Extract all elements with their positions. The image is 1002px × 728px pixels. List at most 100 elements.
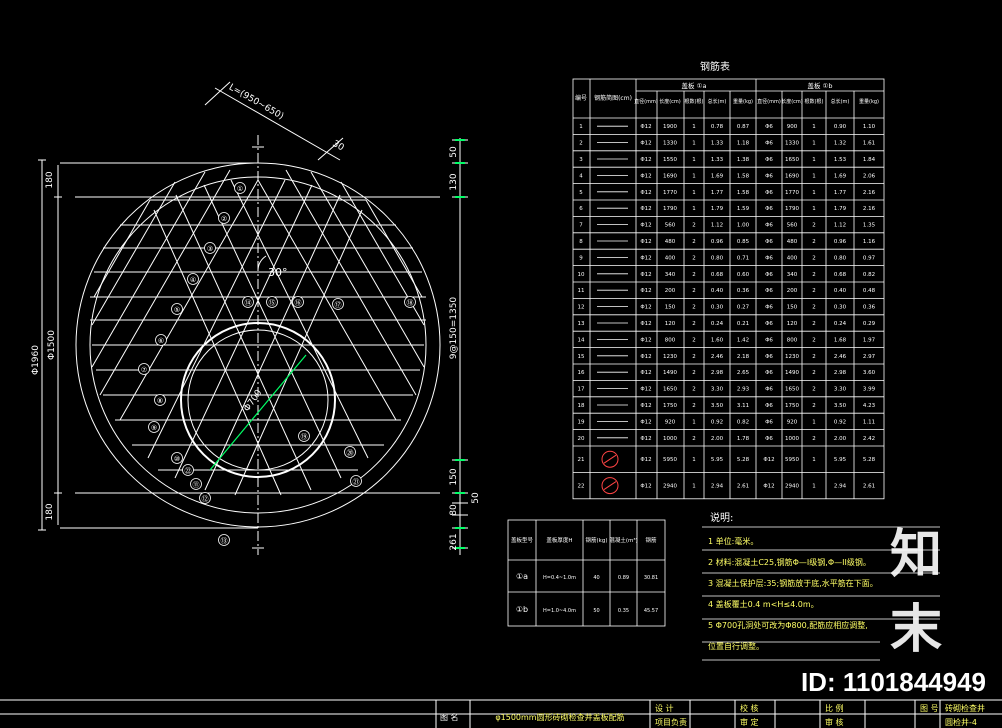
rebar-cell: 920 bbox=[787, 419, 798, 425]
rebar-cell: 1.18 bbox=[737, 141, 750, 147]
rebar-row-no: 8 bbox=[579, 239, 583, 245]
rebar-cell: Φ12 bbox=[763, 484, 774, 490]
rebar-row-no: 14 bbox=[578, 337, 585, 343]
rebar-cell: 1330 bbox=[785, 141, 799, 147]
quantity-table: 盖板型号 盖板厚度H 钢筋(kg) 混凝土(m³) 钢筋 ①a H=0.4~1.0m 40 0.… bbox=[507, 519, 666, 627]
rebar-sub-col: 重量(kg) bbox=[859, 98, 879, 105]
rebar-cell: 2.61 bbox=[737, 484, 749, 490]
tb-drawing-no: 圆检井-4 bbox=[945, 717, 977, 727]
rebar-cell: 0.30 bbox=[834, 305, 847, 311]
rebar-cell: 2 bbox=[812, 288, 816, 294]
rebar-cell: Φ12 bbox=[640, 288, 651, 294]
rebar-cell: 2.93 bbox=[737, 387, 750, 393]
rebar-cell: Φ6 bbox=[765, 305, 773, 311]
rebar-callout-label: ① bbox=[237, 185, 243, 193]
rebar-cell: 2 bbox=[692, 223, 696, 229]
rebar-cell: 1790 bbox=[663, 206, 677, 212]
rebar-cell: 400 bbox=[787, 255, 798, 261]
rebar-cell: 1 bbox=[812, 419, 816, 425]
rebar-cell: Φ12 bbox=[640, 354, 651, 360]
rebar-cell: 1.12 bbox=[834, 223, 846, 229]
rebar-cell: 0.68 bbox=[834, 272, 847, 278]
rebar-row-no: 2 bbox=[579, 141, 583, 147]
rebar-row-no: 20 bbox=[578, 436, 585, 442]
rebar-cell: 0.82 bbox=[737, 419, 749, 425]
rebar-cell: 400 bbox=[665, 255, 676, 261]
tb-scale: 比 例 bbox=[825, 703, 844, 713]
rebar-cell: Φ12 bbox=[640, 484, 651, 490]
rebar-col-shape: 钢筋简图(cm) bbox=[594, 94, 632, 102]
rebar-cell: 0.36 bbox=[737, 288, 750, 294]
note-line: 3 混凝土保护层:35;钢筋放于底,水平筋在下面。 bbox=[708, 578, 878, 588]
rebar-cell: Φ12 bbox=[640, 157, 651, 163]
rebar-head-b: 盖板 ①b bbox=[807, 81, 832, 90]
rebar-cell: 3.50 bbox=[711, 403, 724, 409]
rebar-cell: 340 bbox=[787, 272, 798, 278]
rebar-callout-label: ⑱ bbox=[407, 299, 414, 307]
rebar-cell: Φ12 bbox=[640, 419, 651, 425]
rebar-cell: 3.99 bbox=[863, 387, 876, 393]
rebar-cell: 2.00 bbox=[711, 436, 724, 442]
rebar-cell: 1 bbox=[812, 484, 816, 490]
rebar-cell: 0.78 bbox=[711, 124, 724, 130]
rebar-cell: 2.16 bbox=[863, 190, 876, 196]
rebar-cell: 1 bbox=[692, 419, 696, 425]
rebar-cell: 1.69 bbox=[834, 173, 847, 179]
rebar-cell: Φ6 bbox=[765, 223, 773, 229]
rebar-cell: 2 bbox=[812, 387, 816, 393]
rebar-cell: 1 bbox=[812, 190, 816, 196]
dim-spacing: 9@150=1350 bbox=[449, 297, 459, 360]
rebar-callout-label: ⑤ bbox=[174, 306, 180, 314]
rebar-cell: 2 bbox=[812, 337, 816, 343]
rebar-cell: 800 bbox=[787, 337, 798, 343]
rebar-cell: 0.90 bbox=[834, 124, 847, 130]
title-block: 图 名 φ1500mm圆形砖砌检查井盖板配筋 设 计 项目负责 校 核 审 定 … bbox=[0, 699, 1002, 728]
rebar-cell: 560 bbox=[787, 223, 798, 229]
rebar-cell: 0.29 bbox=[863, 321, 876, 327]
rebar-cell: 2 bbox=[812, 436, 816, 442]
rebar-cell: 3.30 bbox=[834, 387, 847, 393]
rebar-cell: Φ6 bbox=[765, 387, 773, 393]
rebar-cell: 1650 bbox=[785, 387, 799, 393]
rebar-sub-col: 长度(cm) bbox=[781, 98, 803, 105]
rebar-cell: 3.60 bbox=[863, 370, 876, 376]
dim-180-top: 180 bbox=[45, 171, 55, 188]
rebar-cell: 1770 bbox=[663, 190, 677, 196]
rebar-row-no: 1 bbox=[579, 124, 583, 130]
rebar-cell: 1 bbox=[692, 206, 696, 212]
rebar-cell: 1.79 bbox=[834, 206, 847, 212]
rebar-callout-label: ⑫ bbox=[202, 495, 209, 503]
dim-angle: 30° bbox=[268, 266, 288, 279]
rebar-cell: Φ12 bbox=[640, 337, 651, 343]
rebar-cell: 1750 bbox=[785, 403, 799, 409]
rebar-cell: 1.84 bbox=[863, 157, 876, 163]
dim-50-bot: 50 bbox=[471, 492, 481, 504]
rebar-cell: 5.28 bbox=[863, 457, 876, 463]
rebar-cell: Φ12 bbox=[640, 370, 651, 376]
rebar-callout-label: ⑬ bbox=[221, 537, 228, 545]
rebar-cell: 1.10 bbox=[863, 124, 876, 130]
rebar-cell: 2 bbox=[812, 272, 816, 278]
rebar-cell: 3.30 bbox=[711, 387, 724, 393]
rebar-cell: 4.23 bbox=[863, 403, 876, 409]
rebar-cell: 1490 bbox=[785, 370, 799, 376]
note-line: 1 单位:毫米。 bbox=[708, 536, 758, 546]
rebar-cell: 1.12 bbox=[711, 223, 723, 229]
rebar-cell: 2.00 bbox=[834, 436, 847, 442]
rebar-cell: Φ12 bbox=[640, 223, 651, 229]
rebar-cell: 2 bbox=[812, 321, 816, 327]
rebar-callout-label: ⑩ bbox=[174, 455, 180, 463]
rebar-cell: 0.71 bbox=[737, 255, 749, 261]
rebar-cell: Φ6 bbox=[765, 337, 773, 343]
rebar-cell: 2.42 bbox=[863, 436, 875, 442]
rebar-cell: 2 bbox=[692, 288, 696, 294]
tb-approve: 审 定 bbox=[740, 717, 759, 727]
qty-cell: ①b bbox=[516, 605, 528, 614]
rebar-row-no: 18 bbox=[578, 403, 585, 409]
note-line: 4 盖板覆土0.4 m<H≤4.0m。 bbox=[708, 599, 819, 609]
rebar-cell: 1.38 bbox=[737, 157, 750, 163]
rebar-cell: Φ12 bbox=[640, 190, 651, 196]
rebar-cell: Φ12 bbox=[640, 305, 651, 311]
rebar-sub-col: 总长(m) bbox=[831, 98, 850, 105]
rebar-cell: 2 bbox=[692, 305, 696, 311]
